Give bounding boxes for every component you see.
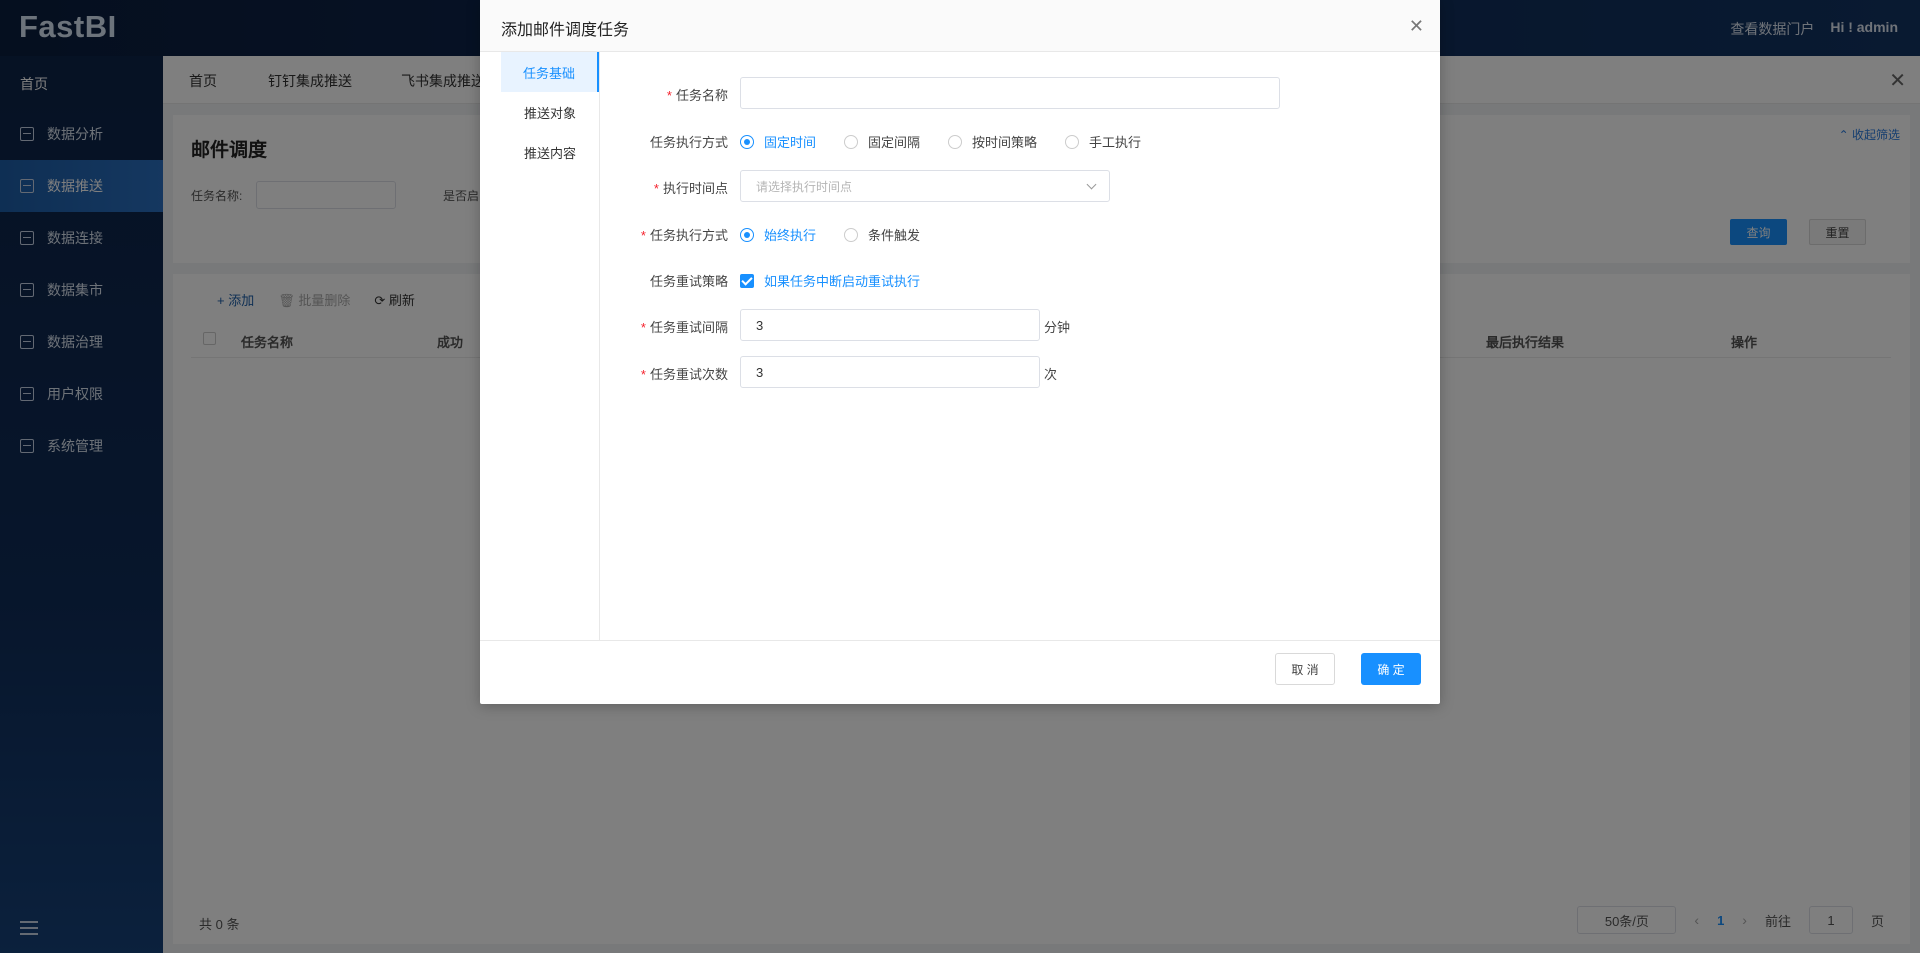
retry-interval-unit: 分钟 (1044, 320, 1071, 335)
step-task-basics[interactable]: 任务基础 (501, 52, 599, 92)
radio-label: 条件触发 (868, 228, 921, 243)
checkbox-checked-icon (740, 273, 754, 288)
exec-time-select[interactable]: 请选择执行时间点 (740, 170, 1110, 202)
radio-label: 固定间隔 (868, 135, 921, 150)
required-mark: * (653, 181, 659, 196)
exec-trigger-label: * 任务执行方式 (620, 225, 728, 244)
required-mark: * (666, 88, 672, 103)
retry-count-label-text: 任务重试次数 (649, 367, 728, 382)
retry-interval-label: * 任务重试间隔 (620, 317, 728, 336)
dialog-footer: 取 消 确 定 (480, 640, 1440, 704)
exec-trigger-radio-group: 始终执行 条件触发 (740, 225, 948, 244)
task-name-label: * 任务名称 (620, 85, 728, 104)
task-name-label-text: 任务名称 (675, 88, 728, 103)
required-mark: * (640, 320, 646, 335)
exec-mode-radio-group: 固定时间 固定间隔 按时间策略 手工执行 (740, 132, 1169, 151)
radio-dot (740, 134, 754, 149)
retry-interval-input[interactable]: 3 (740, 309, 1040, 341)
chevron-down-icon (1086, 179, 1097, 190)
exec-trigger-label-text: 任务执行方式 (649, 228, 728, 243)
exec-time-placeholder: 请选择执行时间点 (756, 179, 853, 194)
radio-dot (844, 134, 859, 149)
radio-conditional[interactable]: 条件触发 (844, 225, 920, 244)
required-mark: * (640, 367, 646, 382)
retry-count-label: * 任务重试次数 (620, 364, 728, 383)
radio-fixed-interval[interactable]: 固定间隔 (844, 132, 920, 151)
dialog-step-nav: 任务基础 推送对象 推送内容 (480, 52, 600, 640)
cancel-button[interactable]: 取 消 (1275, 653, 1335, 685)
close-icon[interactable]: ✕ (1409, 17, 1424, 35)
radio-dot (948, 134, 963, 149)
retry-policy-label: 任务重试策略 (649, 274, 728, 289)
radio-dot (740, 227, 754, 242)
radio-dot (844, 227, 859, 242)
radio-label: 按时间策略 (972, 135, 1038, 150)
retry-count-input[interactable]: 3 (740, 356, 1040, 388)
confirm-button[interactable]: 确 定 (1361, 653, 1421, 685)
radio-label: 始终执行 (764, 228, 817, 243)
add-email-schedule-dialog: 添加邮件调度任务 ✕ 任务基础 推送对象 推送内容 * 任务名称 任务执行方式 固… (480, 0, 1440, 704)
radio-fixed-time[interactable]: 固定时间 (740, 132, 816, 151)
required-mark: * (640, 228, 646, 243)
dialog-header: 添加邮件调度任务 ✕ (480, 0, 1440, 52)
task-name-input[interactable] (740, 77, 1280, 109)
exec-time-label-text: 执行时间点 (662, 181, 728, 196)
step-push-content[interactable]: 推送内容 (501, 132, 599, 172)
step-push-target[interactable]: 推送对象 (501, 92, 599, 132)
radio-manual[interactable]: 手工执行 (1065, 132, 1141, 151)
radio-label: 固定时间 (764, 135, 817, 150)
exec-mode-label: 任务执行方式 (649, 135, 728, 150)
radio-label: 手工执行 (1089, 135, 1142, 150)
exec-time-label: * 执行时间点 (620, 178, 728, 197)
dialog-title: 添加邮件调度任务 (501, 22, 630, 39)
retry-interval-label-text: 任务重试间隔 (649, 320, 728, 335)
radio-always[interactable]: 始终执行 (740, 225, 816, 244)
retry-policy-checkbox[interactable]: 如果任务中断启动重试执行 (740, 271, 920, 290)
radio-dot (1065, 134, 1080, 149)
radio-time-policy[interactable]: 按时间策略 (948, 132, 1037, 151)
retry-policy-text: 如果任务中断启动重试执行 (764, 274, 921, 289)
retry-count-unit: 次 (1044, 367, 1058, 382)
